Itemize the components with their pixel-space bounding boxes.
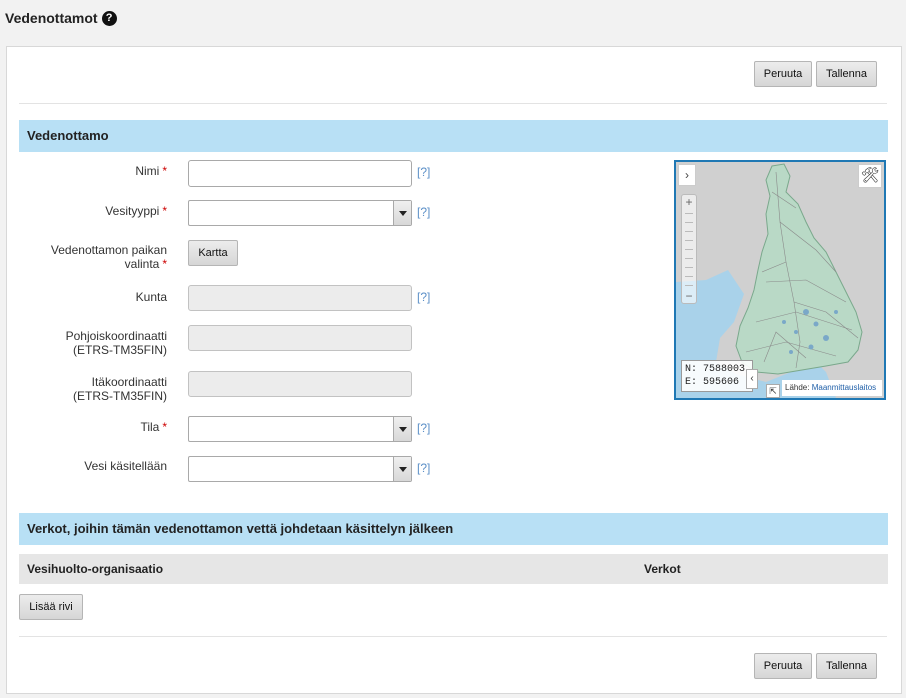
divider-bottom bbox=[19, 636, 887, 637]
water-type-label: Vesityyppi * bbox=[105, 204, 167, 218]
map-fullscreen-icon[interactable]: ⇱ bbox=[766, 384, 780, 398]
required-mark: * bbox=[162, 257, 167, 271]
section-header-vedenottamo: Vedenottamo bbox=[19, 120, 888, 152]
map-tools-icon[interactable]: 🛠 bbox=[858, 164, 882, 188]
east-coordinate-input bbox=[188, 371, 412, 397]
name-input[interactable] bbox=[188, 160, 412, 187]
cancel-button-bottom[interactable]: Peruuta bbox=[754, 653, 812, 679]
name-help-link[interactable]: [?] bbox=[417, 165, 430, 179]
location-map[interactable]: › 🛠 + − N: 7588003 E: 595606 ‹ ⇱ Lähde: … bbox=[674, 160, 886, 400]
water-type-select[interactable] bbox=[188, 200, 412, 226]
zoom-ticks bbox=[685, 213, 693, 287]
chevron-down-icon bbox=[393, 201, 411, 225]
section-header-networks: Verkot, joihin tämän vedenottamon vettä … bbox=[19, 513, 888, 545]
treatment-select[interactable] bbox=[188, 456, 412, 482]
page-title: Vedenottamot bbox=[5, 10, 98, 26]
chevron-down-icon bbox=[393, 417, 411, 441]
municipality-label: Kunta bbox=[135, 290, 167, 304]
map-attribution: Lähde: Maanmittauslaitos bbox=[782, 380, 882, 396]
location-label: Vedenottamon paikan valinta * bbox=[50, 243, 167, 271]
add-row-button[interactable]: Lisää rivi bbox=[19, 594, 83, 620]
map-zoom-slider[interactable]: + − bbox=[681, 194, 697, 304]
map-coordinates-readout: N: 7588003 E: 595606 bbox=[681, 360, 753, 392]
status-label: Tila * bbox=[140, 420, 167, 434]
municipality-input bbox=[188, 285, 412, 311]
required-mark: * bbox=[162, 164, 167, 178]
municipality-help-link[interactable]: [?] bbox=[417, 290, 430, 304]
attribution-link[interactable]: Maanmittauslaitos bbox=[812, 383, 876, 392]
required-mark: * bbox=[162, 204, 167, 218]
page-header: Vedenottamot ? bbox=[5, 8, 117, 28]
networks-table-header: Vesihuolto-organisaatio Verkot bbox=[19, 554, 888, 584]
divider-top bbox=[19, 103, 887, 104]
water-type-help-link[interactable]: [?] bbox=[417, 205, 430, 219]
zoom-in-icon[interactable]: + bbox=[682, 195, 696, 209]
name-label: Nimi * bbox=[135, 164, 167, 178]
chevron-down-icon bbox=[393, 457, 411, 481]
treatment-help-link[interactable]: [?] bbox=[417, 461, 430, 475]
zoom-out-icon[interactable]: − bbox=[682, 289, 696, 303]
column-header-organisation: Vesihuolto-organisaatio bbox=[27, 562, 164, 576]
north-coordinate-label: Pohjoiskoordinaatti (ETRS-TM35FIN) bbox=[65, 329, 167, 357]
map-expand-button[interactable]: › bbox=[678, 164, 696, 186]
cancel-button-top[interactable]: Peruuta bbox=[754, 61, 812, 87]
status-select[interactable] bbox=[188, 416, 412, 442]
map-button[interactable]: Kartta bbox=[188, 240, 238, 266]
status-help-link[interactable]: [?] bbox=[417, 421, 430, 435]
help-icon[interactable]: ? bbox=[101, 10, 117, 26]
form-panel: Peruuta Tallenna Vedenottamo Nimi * [?] V… bbox=[6, 46, 902, 694]
column-header-networks: Verkot bbox=[644, 562, 681, 576]
required-mark: * bbox=[162, 420, 167, 434]
north-coordinate-input bbox=[188, 325, 412, 351]
east-coordinate-label: Itäkoordinaatti (ETRS-TM35FIN) bbox=[73, 375, 167, 403]
treatment-label: Vesi käsitellään bbox=[84, 459, 167, 473]
coords-collapse-icon[interactable]: ‹ bbox=[746, 369, 758, 389]
save-button-bottom[interactable]: Tallenna bbox=[816, 653, 877, 679]
save-button-top[interactable]: Tallenna bbox=[816, 61, 877, 87]
